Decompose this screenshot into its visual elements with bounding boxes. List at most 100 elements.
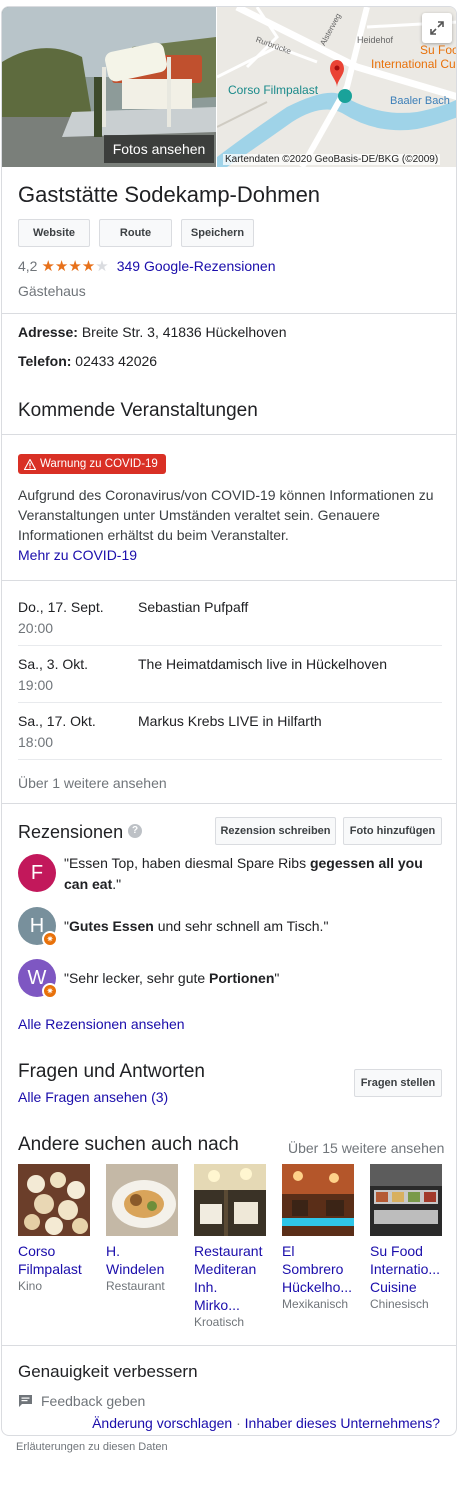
- data-explanation-link[interactable]: Erläuterungen zu diesen Daten: [16, 1441, 168, 1453]
- address-row: Adresse: Breite Str. 3, 41836 Hückelhove…: [18, 324, 287, 340]
- events-heading: Kommende Veranstaltungen: [18, 400, 258, 421]
- covid-notice-text: Aufgrund des Coronavirus/von COVID-19 kö…: [18, 487, 434, 543]
- link-separator: ·: [236, 1415, 241, 1431]
- save-button[interactable]: Speichern: [181, 219, 254, 247]
- qa-heading: Fragen und Antworten: [18, 1061, 205, 1082]
- related-place-image: [282, 1164, 354, 1236]
- local-guide-badge-icon: ✷: [42, 983, 58, 999]
- divider: [2, 580, 456, 581]
- map-label-su-food: Su Food: [420, 43, 456, 57]
- ask-question-button[interactable]: Fragen stellen: [354, 1069, 442, 1097]
- related-place-image: [106, 1164, 178, 1236]
- related-place-category: Mexikanisch: [282, 1297, 349, 1311]
- related-place[interactable]: Corso Filmpalast Kino: [18, 1164, 90, 1293]
- event-name: The Heimatdamisch live in Hückelhoven: [138, 656, 387, 672]
- business-name: Gaststätte Sodekamp-Dohmen: [18, 182, 321, 207]
- help-icon[interactable]: ?: [128, 824, 142, 838]
- event-item[interactable]: Sa., 3. Okt. 19:00 The Heimatdamisch liv…: [18, 652, 442, 708]
- divider: [18, 702, 442, 703]
- related-place-category: Restaurant: [106, 1279, 165, 1293]
- review-text: "Gutes Essen und sehr schnell am Tisch.": [64, 918, 329, 934]
- divider: [18, 759, 442, 760]
- event-time: 19:00: [18, 677, 54, 693]
- rating-stars-icon: ★★★★★: [41, 258, 109, 275]
- rating-row: 4,2 ★★★★★ 349 Google-Rezensionen: [18, 257, 276, 275]
- related-heading: Andere suchen auch nach: [18, 1134, 239, 1155]
- divider: [2, 434, 456, 435]
- map-label-su-food-cuisine: International Cuisi: [371, 57, 456, 71]
- map-label-heidehof: Heidehof: [357, 35, 394, 45]
- related-place[interactable]: H. Windelen Restaurant: [106, 1164, 178, 1293]
- edit-links: Änderung vorschlagen · Inhaber dieses Un…: [92, 1415, 440, 1431]
- related-place[interactable]: Restaurant Mediteran Inh. Mirko... Kroat…: [194, 1164, 266, 1329]
- feedback-row[interactable]: Feedback geben: [18, 1393, 145, 1409]
- event-time: 20:00: [18, 620, 54, 636]
- reviews-count-link[interactable]: 349 Google-Rezensionen: [117, 258, 276, 274]
- all-reviews-link[interactable]: Alle Rezensionen ansehen: [18, 1016, 185, 1032]
- covid-more-link[interactable]: Mehr zu COVID-19: [18, 547, 137, 563]
- divider: [2, 803, 456, 804]
- more-events-link[interactable]: Über 1 weitere ansehen: [18, 775, 167, 791]
- divider: [2, 313, 456, 314]
- event-item[interactable]: Sa., 17. Okt. 18:00 Markus Krebs LIVE in…: [18, 709, 442, 765]
- related-place-category: Chinesisch: [370, 1297, 429, 1311]
- route-button[interactable]: Route: [99, 219, 172, 247]
- event-date: Sa., 3. Okt.: [18, 656, 89, 672]
- website-button[interactable]: Website: [18, 219, 90, 247]
- related-place[interactable]: El Sombrero Hückelho... Mexikanisch: [282, 1164, 354, 1311]
- rating-value: 4,2: [18, 258, 38, 274]
- address-value[interactable]: Breite Str. 3, 41836 Hückelhoven: [82, 324, 287, 340]
- map-thumbnail[interactable]: Heidehof Rurbrücke Alsterweg Su Food Int…: [217, 7, 456, 167]
- event-date: Sa., 17. Okt.: [18, 713, 96, 729]
- expand-map-button[interactable]: [422, 13, 452, 43]
- expand-icon: [430, 21, 444, 35]
- suggest-edit-link[interactable]: Änderung vorschlagen: [92, 1415, 232, 1431]
- phone-value[interactable]: 02433 42026: [75, 353, 157, 369]
- covid-notice: Aufgrund des Coronavirus/von COVID-19 kö…: [18, 485, 446, 565]
- related-more-link[interactable]: Über 15 weitere ansehen: [288, 1140, 444, 1156]
- map-attribution: Kartendaten ©2020 GeoBasis-DE/BKG (©2009…: [223, 154, 441, 165]
- add-photo-button[interactable]: Foto hinzufügen: [343, 817, 442, 845]
- map-label-baaler-bach: Baaler Bach: [390, 95, 450, 107]
- local-guide-badge-icon: ✷: [42, 931, 58, 947]
- event-time: 18:00: [18, 734, 54, 750]
- review-text: "Essen Top, haben diesmal Spare Ribs geg…: [64, 855, 423, 892]
- related-place-category: Kroatisch: [194, 1315, 245, 1329]
- related-place-image: [370, 1164, 442, 1236]
- business-category: Gästehaus: [18, 283, 86, 299]
- covid-warning-badge: Warnung zu COVID-19: [18, 454, 166, 474]
- avatar: F: [18, 854, 56, 892]
- feedback-heading: Genauigkeit verbessern: [18, 1362, 198, 1381]
- related-place-name: Corso Filmpalast: [18, 1243, 82, 1277]
- related-place-category: Kino: [18, 1279, 43, 1293]
- related-place-name: El Sombrero Hückelho...: [282, 1243, 353, 1295]
- event-name: Sebastian Pufpaff: [138, 599, 249, 615]
- review-text: "Sehr lecker, sehr gute Portionen": [64, 970, 280, 986]
- phone-row: Telefon: 02433 42026: [18, 353, 157, 369]
- covid-warning-label: Warnung zu COVID-19: [40, 458, 158, 470]
- knowledge-panel: Fotos ansehen Heidehof Rurbrücke Alsterw…: [1, 6, 457, 1436]
- event-name: Markus Krebs LIVE in Hilfarth: [138, 713, 322, 729]
- related-place[interactable]: Su Food Internatio... Cuisine Chinesisch: [370, 1164, 442, 1311]
- write-review-button[interactable]: Rezension schreiben: [215, 817, 336, 845]
- related-place-name: Restaurant Mediteran Inh. Mirko...: [194, 1243, 263, 1313]
- reviews-heading: Rezensionen: [18, 822, 124, 842]
- divider: [2, 1345, 456, 1346]
- header-media: Fotos ansehen Heidehof Rurbrücke Alsterw…: [2, 7, 456, 167]
- phone-label: Telefon:: [18, 353, 72, 369]
- feedback-icon: [19, 1395, 32, 1407]
- related-place-name: Su Food Internatio... Cuisine: [370, 1243, 441, 1295]
- feedback-link[interactable]: Feedback geben: [41, 1393, 145, 1409]
- photos-button[interactable]: Fotos ansehen: [104, 135, 214, 163]
- divider: [18, 645, 442, 646]
- all-questions-link[interactable]: Alle Fragen ansehen (3): [18, 1089, 168, 1105]
- event-date: Do., 17. Sept.: [18, 599, 104, 615]
- related-place-image: [18, 1164, 90, 1236]
- related-place-name: H. Windelen: [106, 1243, 165, 1277]
- warning-icon: [24, 458, 36, 470]
- related-place-image: [194, 1164, 266, 1236]
- event-item[interactable]: Do., 17. Sept. 20:00 Sebastian Pufpaff: [18, 595, 442, 651]
- map-label-corso: Corso Filmpalast: [228, 83, 319, 97]
- owner-link[interactable]: Inhaber dieses Unternehmens?: [245, 1415, 440, 1431]
- business-photo[interactable]: Fotos ansehen: [2, 7, 216, 167]
